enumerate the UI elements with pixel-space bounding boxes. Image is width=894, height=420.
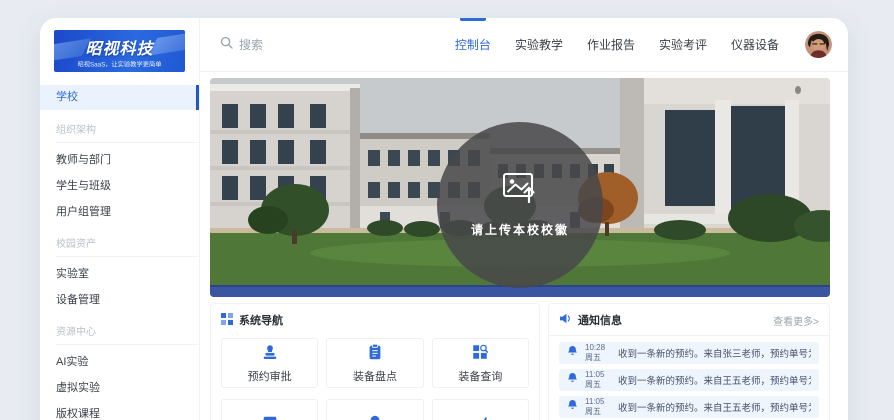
search-box[interactable]	[220, 36, 349, 54]
tab-experiment-evaluation[interactable]: 实验考评	[647, 18, 719, 71]
card-partial-2[interactable]	[326, 399, 423, 420]
card-label: 装备查询	[458, 368, 502, 384]
notification-text: 收到一条新的预约。来自张三老师，预约单号为: Y-0044，请尽快处理。	[618, 346, 811, 360]
upload-badge-label: 请上传本校校徽	[471, 221, 569, 238]
logo-subtitle: 昭视SaaS，让实验教学更简单	[68, 60, 170, 69]
notifications-panel: 通知信息 查看更多> 10:28周五 收到一条新的预约。来自张三老师，预约单号为…	[548, 303, 830, 420]
bell-icon	[567, 398, 578, 416]
search-input[interactable]	[239, 38, 349, 52]
top-header: 控制台 实验教学 作业报告 实验考评 仪器设备	[200, 18, 848, 72]
image-upload-icon	[502, 172, 538, 209]
card-equipment-inventory[interactable]: 装备盘点	[326, 338, 423, 388]
logo-title: 昭视科技	[54, 35, 185, 59]
card-label: 预约审批	[248, 368, 292, 384]
grid-squares-icon	[221, 313, 233, 328]
sidebar-item-virtual-lab[interactable]: 虚拟实验	[40, 374, 199, 400]
tab-instruments[interactable]: 仪器设备	[719, 18, 791, 71]
grid-search-icon	[471, 343, 489, 364]
tab-console[interactable]: 控制台	[443, 18, 503, 71]
notification-time: 11:05周五	[585, 370, 611, 389]
sidebar: 昭视科技 昭视SaaS，让实验教学更简单 学校 组织架构 教师与部门 学生与班级…	[40, 18, 200, 420]
nav-tabs: 控制台 实验教学 作业报告 实验考评 仪器设备	[443, 18, 791, 71]
bottom-panels: 系统导航 预约审批 装备盘点	[210, 303, 830, 420]
sidebar-item-labs[interactable]: 实验室	[40, 260, 199, 286]
notification-time: 11:05周五	[585, 397, 611, 416]
document-icon	[261, 414, 279, 420]
notification-row[interactable]: 10:28周五 收到一条新的预约。来自张三老师，预约单号为: Y-0044，请尽…	[559, 342, 819, 364]
stamp-icon	[261, 343, 279, 364]
card-partial-3[interactable]	[432, 399, 529, 420]
sidebar-menu: 学校 组织架构 教师与部门 学生与班级 用户组管理 校园资产 实验室 设备管理 …	[40, 85, 199, 420]
notifications-header: 通知信息 查看更多>	[549, 304, 829, 336]
nav-cards-row2	[211, 396, 539, 420]
sidebar-section-resources: 资源中心	[56, 323, 199, 345]
view-more-link[interactable]: 查看更多>	[773, 313, 819, 328]
user-avatar[interactable]	[805, 31, 832, 58]
content-area: 请上传本校校徽 系统导航	[200, 72, 848, 420]
bell-icon	[567, 344, 578, 362]
main-area: 控制台 实验教学 作业报告 实验考评 仪器设备	[200, 18, 848, 420]
card-reservation-approval[interactable]: 预约审批	[221, 338, 318, 388]
system-navigation-panel: 系统导航 预约审批 装备盘点	[210, 303, 540, 420]
clipboard-icon	[366, 343, 384, 364]
nav-cards-row1: 预约审批 装备盘点 装备查询	[211, 335, 539, 396]
notification-list: 10:28周五 收到一条新的预约。来自张三老师，预约单号为: Y-0044，请尽…	[549, 336, 829, 420]
card-label: 装备盘点	[353, 368, 397, 384]
upload-school-badge-button[interactable]: 请上传本校校徽	[437, 122, 603, 288]
tab-homework-report[interactable]: 作业报告	[575, 18, 647, 71]
notification-time: 10:28周五	[585, 343, 611, 362]
sidebar-item-ai-lab[interactable]: AI实验	[40, 348, 199, 374]
sidebar-item-school[interactable]: 学校	[40, 85, 199, 110]
system-navigation-title: 系统导航	[239, 312, 283, 328]
card-partial-1[interactable]	[221, 399, 318, 420]
notifications-title: 通知信息	[578, 312, 622, 328]
app-logo: 昭视科技 昭视SaaS，让实验教学更简单	[54, 30, 185, 72]
campus-hero-image: 请上传本校校徽	[210, 78, 830, 297]
bell-icon	[366, 414, 384, 420]
chart-icon	[471, 414, 489, 420]
bell-icon	[567, 371, 578, 389]
sidebar-item-students[interactable]: 学生与班级	[40, 172, 199, 198]
notification-row[interactable]: 11:05周五 收到一条新的预约。来自王五老师，预约单号为: Y-0056，请尽…	[559, 369, 819, 391]
sidebar-item-courses[interactable]: 版权课程	[40, 400, 199, 420]
tab-experiment-teaching[interactable]: 实验教学	[503, 18, 575, 71]
card-equipment-search[interactable]: 装备查询	[432, 338, 529, 388]
sidebar-item-teachers[interactable]: 教师与部门	[40, 146, 199, 172]
sidebar-section-assets: 校园资产	[56, 235, 199, 257]
sidebar-item-usergroups[interactable]: 用户组管理	[40, 198, 199, 224]
speaker-icon	[559, 313, 572, 327]
sidebar-item-devices[interactable]: 设备管理	[40, 286, 199, 312]
notification-text: 收到一条新的预约。来自王五老师，预约单号为: Y-0056，请尽快处理。	[618, 400, 811, 414]
system-navigation-header: 系统导航	[211, 304, 539, 335]
search-icon	[220, 36, 233, 54]
sidebar-section-org: 组织架构	[56, 121, 199, 143]
notification-text: 收到一条新的预约。来自王五老师，预约单号为: Y-0056，请尽快处理。	[618, 373, 811, 387]
notification-row[interactable]: 11:05周五 收到一条新的预约。来自王五老师，预约单号为: Y-0056，请尽…	[559, 396, 819, 418]
app-window: 昭视科技 昭视SaaS，让实验教学更简单 学校 组织架构 教师与部门 学生与班级…	[40, 18, 848, 420]
